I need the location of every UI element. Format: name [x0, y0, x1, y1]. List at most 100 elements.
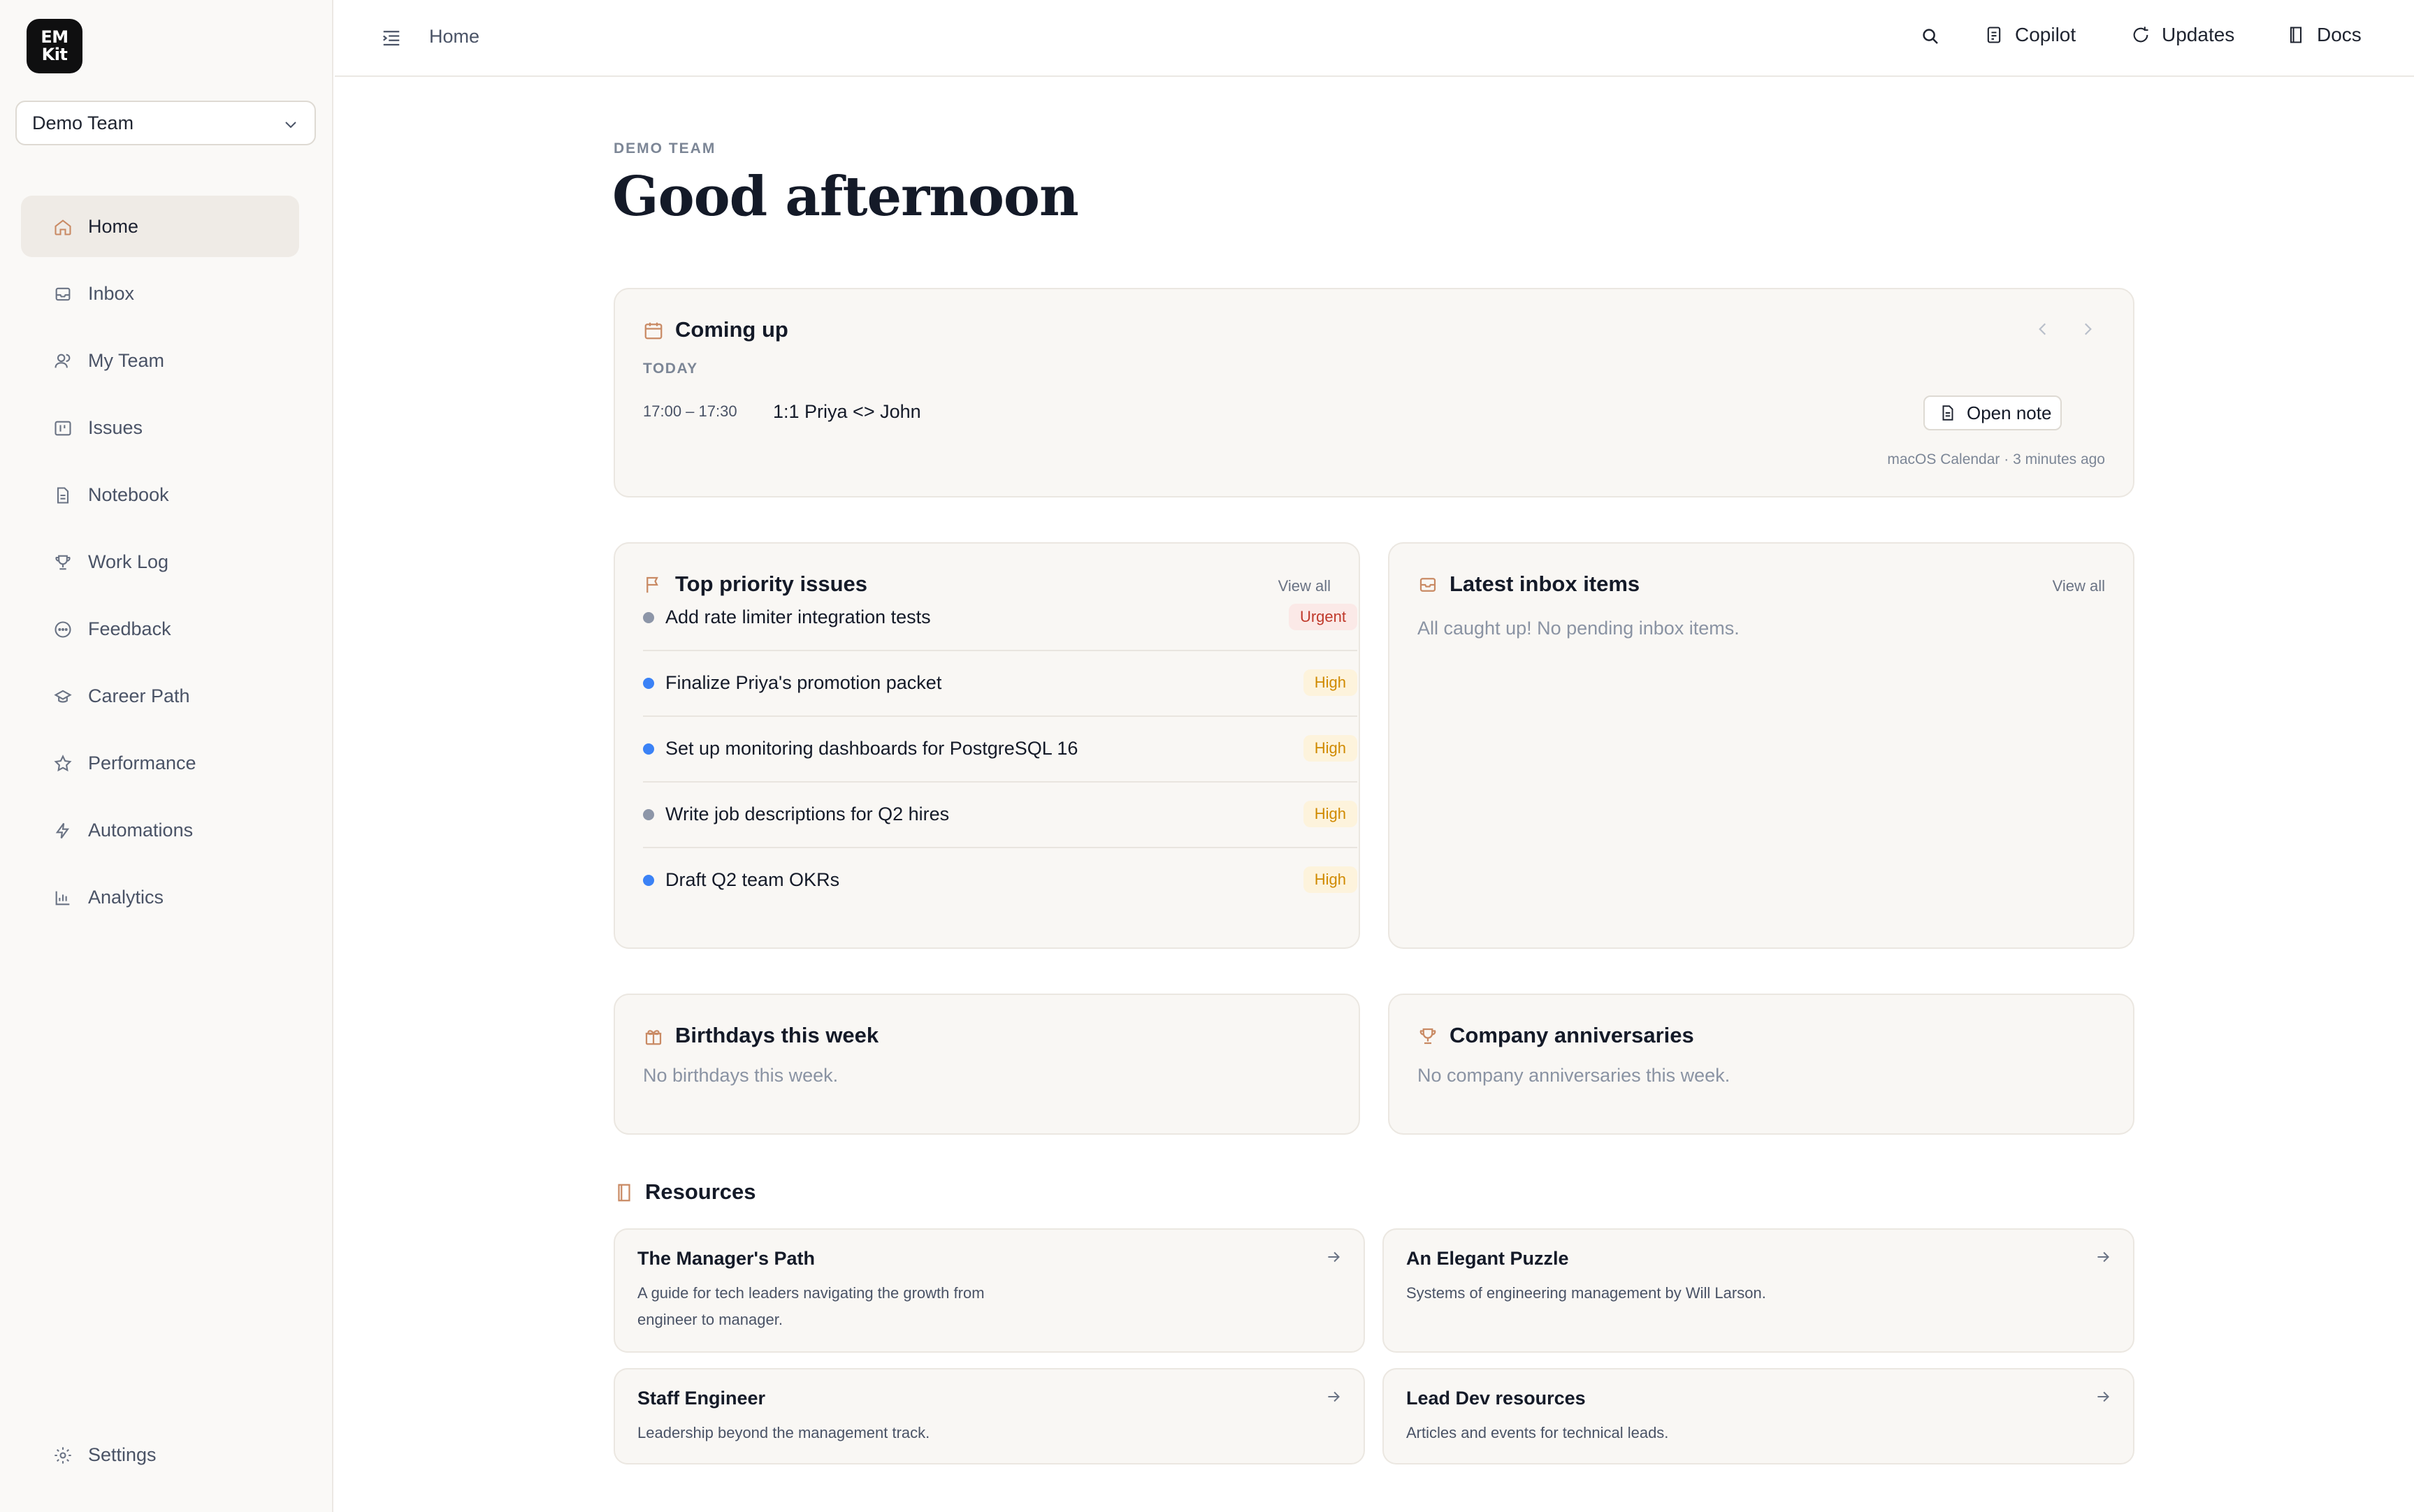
sidebar-item-label: Automations [88, 819, 194, 841]
issue-title: Add rate limiter integration tests [665, 606, 931, 627]
file-icon [53, 486, 73, 505]
chevron-left-icon[interactable] [2034, 320, 2052, 338]
status-dot [643, 743, 654, 755]
today-label: TODAY [643, 361, 698, 377]
status-dot [643, 612, 654, 623]
sidebar-item-automations[interactable]: Automations [21, 799, 299, 861]
priority-badge: High [1303, 735, 1357, 762]
sidebar-item-home[interactable]: Home [21, 196, 299, 257]
star-icon [53, 754, 73, 773]
sidebar-item-career-path[interactable]: Career Path [21, 665, 299, 727]
resource-title: An Elegant Puzzle [1406, 1248, 1569, 1269]
bolt-icon [53, 821, 73, 841]
breadcrumb[interactable]: Home [429, 26, 479, 48]
sidebar-item-label: Notebook [88, 484, 169, 505]
note-icon [1939, 404, 1967, 422]
priority-badge: Urgent [1288, 604, 1357, 630]
resource-title: The Manager's Path [637, 1248, 815, 1269]
birthdays-title: Birthdays this week [675, 1023, 879, 1047]
sidebar-item-issues[interactable]: Issues [21, 397, 299, 458]
birthdays-empty-text: No birthdays this week. [643, 1065, 839, 1086]
kanban-icon [53, 419, 73, 438]
sidebar-item-inbox[interactable]: Inbox [21, 263, 299, 324]
docs-label: Docs [2317, 24, 2362, 45]
users-icon [53, 351, 73, 371]
sidebar-item-label: Performance [88, 752, 196, 773]
sidebar-item-label: Home [88, 215, 139, 237]
anniversaries-empty-text: No company anniversaries this week. [1417, 1065, 1730, 1086]
issue-row[interactable]: Draft Q2 team OKRs High [643, 848, 1357, 914]
issues-card: Top priority issues View all Add rate li… [614, 542, 1360, 949]
chevron-right-icon[interactable] [2079, 320, 2097, 338]
sidebar-item-label: Feedback [88, 618, 171, 639]
arrow-right-icon [2094, 1248, 2112, 1266]
updates-button[interactable]: Updates [2131, 24, 2234, 46]
priority-badge: High [1303, 669, 1357, 696]
copilot-button[interactable]: Copilot [1984, 24, 2076, 46]
team-select[interactable]: Demo Team [15, 101, 316, 145]
chevron-down-icon [282, 116, 299, 133]
arrow-right-icon [1324, 1388, 1343, 1406]
page-title: Good afternoon [612, 165, 1079, 228]
issue-row[interactable]: Add rate limiter integration tests Urgen… [643, 586, 1357, 651]
issue-title: Draft Q2 team OKRs [665, 869, 840, 890]
gear-icon [53, 1446, 73, 1465]
arrow-right-icon [1324, 1248, 1343, 1266]
logo-line-1: EM [41, 27, 68, 47]
docs-button[interactable]: Docs [2286, 24, 2362, 46]
resource-card[interactable]: An Elegant Puzzle Systems of engineering… [1382, 1228, 2134, 1353]
sidebar-item-label: Settings [88, 1444, 157, 1465]
event-time: 17:00 – 17:30 [643, 402, 737, 420]
team-select-value: Demo Team [32, 112, 134, 133]
trophy-icon [53, 553, 73, 572]
priority-badge: High [1303, 866, 1357, 893]
resource-card[interactable]: Staff Engineer Leadership beyond the man… [614, 1368, 1365, 1464]
copilot-icon [1984, 25, 2015, 45]
sidebar-item-performance[interactable]: Performance [21, 732, 299, 794]
team-eyebrow: DEMO TEAM [614, 140, 716, 157]
trophy-icon [1417, 1026, 1438, 1047]
arrow-right-icon [2094, 1388, 2112, 1406]
status-dot [643, 678, 654, 689]
inbox-view-all-link[interactable]: View all [2053, 577, 2105, 595]
sidebar-item-notebook[interactable]: Notebook [21, 464, 299, 525]
sidebar-item-label: Issues [88, 416, 143, 438]
sidebar-toggle-icon[interactable] [381, 28, 402, 48]
anniversaries-card: Company anniversaries No company anniver… [1388, 994, 2134, 1135]
sidebar-item-my-team[interactable]: My Team [21, 330, 299, 391]
issue-title: Set up monitoring dashboards for Postgre… [665, 738, 1078, 759]
message-icon [53, 620, 73, 639]
issue-row[interactable]: Finalize Priya's promotion packet High [643, 651, 1357, 717]
search-icon[interactable] [1920, 26, 1941, 47]
issue-row[interactable]: Set up monitoring dashboards for Postgre… [643, 717, 1357, 783]
anniversaries-title: Company anniversaries [1450, 1023, 1694, 1047]
inbox-icon [53, 284, 73, 304]
sidebar-settings: Settings [21, 1424, 299, 1491]
status-dot [643, 809, 654, 820]
updates-label: Updates [2162, 24, 2235, 45]
sidebar-item-label: My Team [88, 349, 165, 371]
resource-card[interactable]: Lead Dev resources Articles and events f… [1382, 1368, 2134, 1464]
resources-title: Resources [645, 1179, 756, 1204]
sidebar-item-settings[interactable]: Settings [21, 1424, 299, 1485]
sidebar-item-feedback[interactable]: Feedback [21, 598, 299, 660]
bookmark-icon [614, 1182, 635, 1203]
event-title[interactable]: 1:1 Priya <> John [773, 401, 921, 423]
resource-card[interactable]: The Manager's Path A guide for tech lead… [614, 1228, 1365, 1353]
inbox-icon [1417, 574, 1438, 595]
top-bar: Home Copilot Updates Docs [335, 0, 2414, 77]
inbox-title: Latest inbox items [1450, 572, 1640, 596]
coming-up-card: Coming up TODAY 17:00 – 17:30 1:1 Priya … [614, 288, 2134, 497]
open-note-label: Open note [1967, 402, 2052, 423]
open-note-button[interactable]: Open note [1923, 395, 2062, 430]
app-logo[interactable]: EM Kit [27, 19, 82, 73]
issue-title: Finalize Priya's promotion packet [665, 672, 942, 693]
resource-desc: A guide for tech leaders navigating the … [637, 1284, 985, 1328]
sidebar: EM Kit Demo Team Home Inbox My Team Issu… [0, 0, 333, 1512]
issue-row[interactable]: Write job descriptions for Q2 hires High [643, 783, 1357, 848]
resource-desc: Articles and events for technical leads. [1406, 1424, 1669, 1441]
calendar-icon [643, 320, 664, 341]
status-dot [643, 875, 654, 886]
sidebar-item-work-log[interactable]: Work Log [21, 531, 299, 593]
sidebar-item-analytics[interactable]: Analytics [21, 866, 299, 928]
